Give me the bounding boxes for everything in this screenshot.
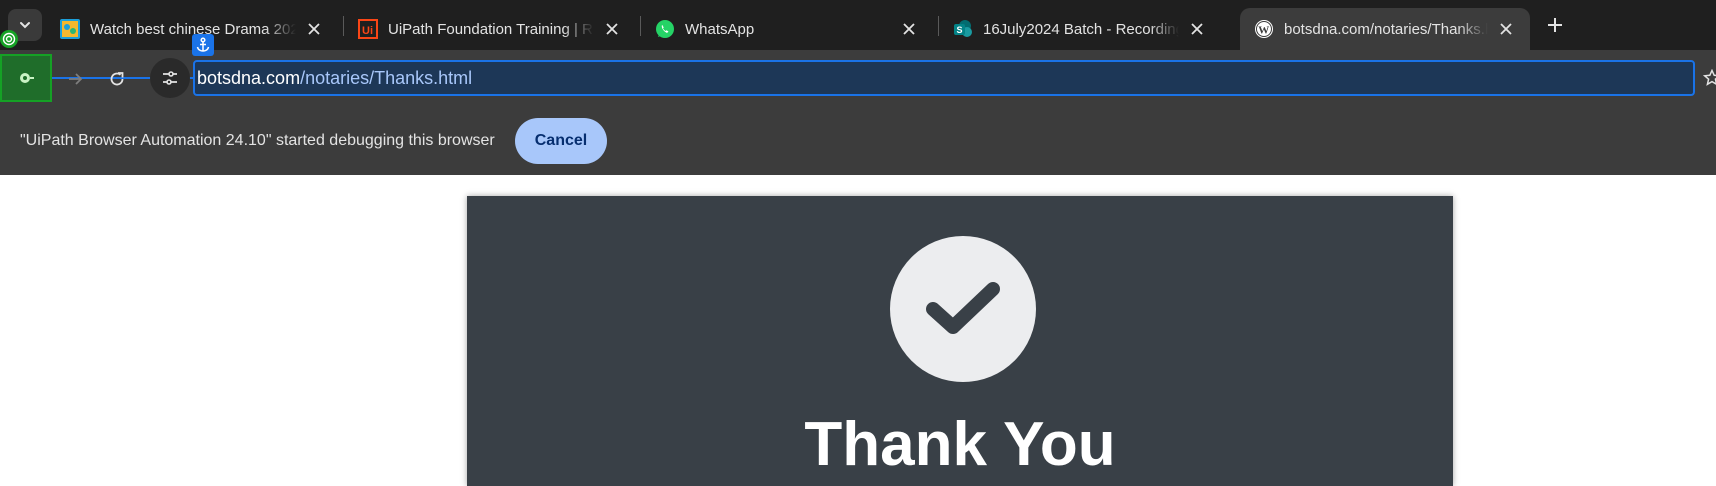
whatsapp-icon xyxy=(655,19,675,39)
tab-whatsapp[interactable]: WhatsApp xyxy=(641,8,933,50)
anchor-icon xyxy=(192,34,214,56)
cancel-button[interactable]: Cancel xyxy=(514,117,608,164)
tab-title: 16July2024 Batch - Recordings xyxy=(983,20,1179,38)
bookmark-star-button[interactable] xyxy=(1703,66,1716,90)
svg-text:S: S xyxy=(957,25,963,35)
tab-strip: Watch best chinese Drama 2024 Ui UiPath … xyxy=(0,0,1716,50)
thank-you-heading: Thank You xyxy=(804,410,1116,479)
arrow-right-icon xyxy=(69,73,83,85)
uipath-extension-button[interactable] xyxy=(0,54,52,102)
target-highlight-icon xyxy=(0,30,18,48)
star-icon xyxy=(1703,69,1716,86)
close-icon[interactable] xyxy=(304,19,324,39)
uipath-icon: Ui xyxy=(358,19,378,39)
success-check-icon xyxy=(890,236,1036,382)
infobar-message: "UiPath Browser Automation 24.10" starte… xyxy=(20,131,495,149)
address-bar[interactable]: botsdna.com/notaries/Thanks.html xyxy=(193,60,1695,96)
url-path: /notaries/Thanks.html xyxy=(300,67,473,88)
close-icon[interactable] xyxy=(899,19,919,39)
debugging-infobar: "UiPath Browser Automation 24.10" starte… xyxy=(0,106,1716,175)
plus-icon xyxy=(1548,18,1562,32)
uipath-extension-icon xyxy=(20,73,34,83)
svg-text:W: W xyxy=(1258,25,1269,37)
tab-uipath-training[interactable]: Ui UiPath Foundation Training | Ro xyxy=(344,8,636,50)
svg-text:Ui: Ui xyxy=(362,25,373,37)
tab-title: UiPath Foundation Training | Ro xyxy=(388,20,594,38)
tab-botsdna-thanks[interactable]: W botsdna.com/notaries/Thanks.h xyxy=(1240,8,1530,50)
thanks-card: Thank You xyxy=(467,196,1453,486)
new-tab-button[interactable] xyxy=(1540,10,1570,40)
tab-batch-recordings[interactable]: S 16July2024 Batch - Recordings xyxy=(939,8,1221,50)
url-host: botsdna.com xyxy=(197,67,301,88)
close-icon[interactable] xyxy=(602,19,622,39)
reload-icon xyxy=(110,72,124,86)
tab-title: WhatsApp xyxy=(685,20,755,38)
drama-favicon xyxy=(60,19,80,39)
site-info-button[interactable] xyxy=(150,58,190,98)
sharepoint-icon: S xyxy=(953,19,973,39)
tab-title: botsdna.com/notaries/Thanks.h xyxy=(1284,20,1488,38)
toolbar: botsdna.com/notaries/Thanks.html xyxy=(0,30,1716,106)
wordpress-icon: W xyxy=(1254,19,1274,39)
close-icon[interactable] xyxy=(1496,19,1516,39)
tune-icon xyxy=(163,71,177,85)
close-icon[interactable] xyxy=(1187,19,1207,39)
chevron-down-icon xyxy=(20,22,30,29)
reload-button[interactable] xyxy=(102,64,132,94)
forward-button[interactable] xyxy=(60,64,90,94)
